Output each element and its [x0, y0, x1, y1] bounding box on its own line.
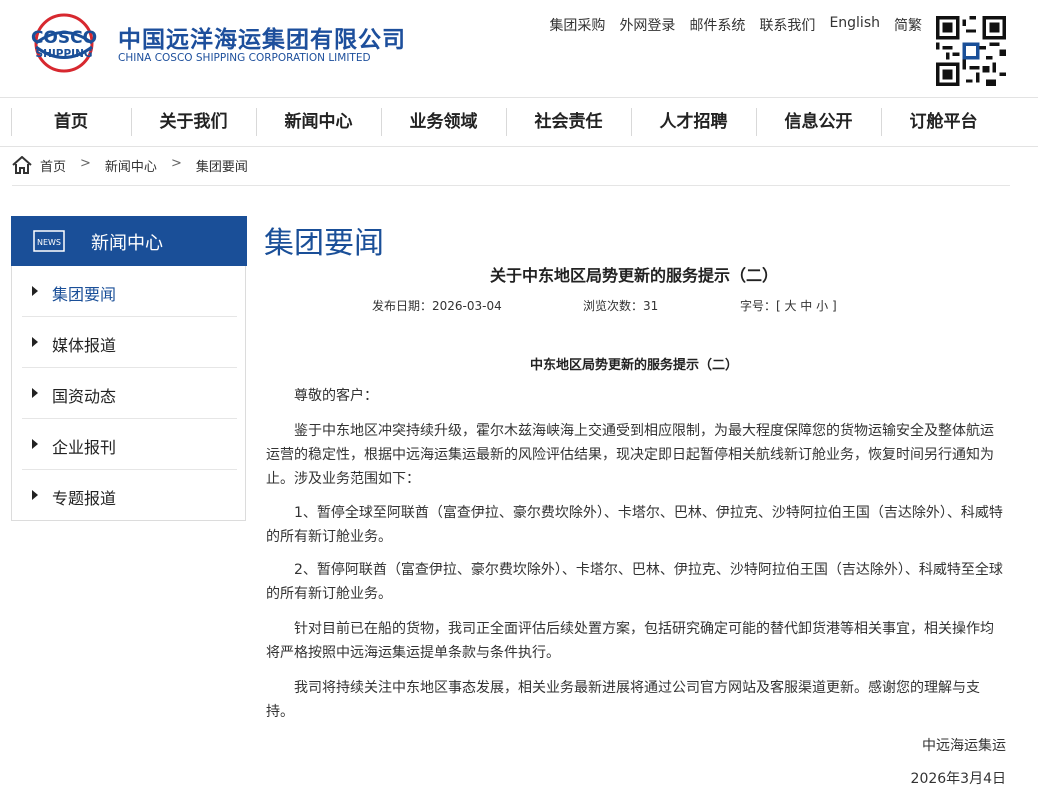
breadcrumb-home[interactable]: 首页 [40, 156, 66, 175]
font-size-switch[interactable]: 字号：[ 大 中 小 ] [740, 297, 837, 314]
sidebar-item-label: 专题报道 [52, 489, 117, 508]
article-subtitle: 中东地区局势更新的服务提示（二） [529, 358, 738, 373]
home-icon[interactable] [12, 156, 32, 174]
nav-about[interactable]: 关于我们 [131, 98, 256, 146]
nav-news[interactable]: 新闻中心 [256, 98, 381, 146]
caret-right-icon [32, 439, 38, 449]
sidebar-item-group-news[interactable]: 集团要闻 [22, 266, 237, 317]
svg-text:COSCO: COSCO [31, 28, 97, 48]
article-paragraph: 2、暂停阿联酋（富查伊拉、豪尔费坎除外）、卡塔尔、巴林、伊拉克、沙特阿拉伯王国（… [266, 562, 1003, 602]
top-link-login[interactable]: 外网登录 [619, 15, 675, 35]
nav-disclosure[interactable]: 信息公开 [756, 98, 881, 146]
sidebar-item-sasac[interactable]: 国资动态 [22, 368, 237, 419]
breadcrumb-separator: > [170, 156, 182, 171]
article-paragraph: 1、暂停全球至阿联酋（富查伊拉、豪尔费坎除外）、卡塔尔、巴林、伊拉克、沙特阿拉伯… [266, 505, 1003, 545]
top-link-traditional[interactable]: 简繁 [894, 15, 922, 35]
article-date: 2026年3月4日 [910, 771, 1006, 787]
sidebar-item-media[interactable]: 媒体报道 [22, 317, 237, 368]
view-count: 浏览次数：31 [583, 299, 659, 313]
site-header: COSCO SHIPPING 中国远洋海运集团有限公司 CHINA COSCO … [0, 0, 1038, 97]
top-link-procurement[interactable]: 集团采购 [549, 15, 605, 35]
section-title: 集团要闻 [264, 226, 384, 261]
article-paragraph: 针对目前已在船的货物，我司正全面评估后续处置方案，包括研究确定可能的替代卸货港等… [266, 621, 994, 661]
caret-right-icon [32, 388, 38, 398]
sidebar-title: 新闻中心 [91, 233, 163, 254]
article-paragraph: 尊敬的客户： [294, 388, 378, 404]
caret-right-icon [32, 286, 38, 296]
nav-csr[interactable]: 社会责任 [506, 98, 631, 146]
article-paragraph: 我司将持续关注中东地区事态发展，相关业务最新进展将通过公司官方网站及客服渠道更新… [266, 680, 980, 720]
svg-text:SHIPPING: SHIPPING [36, 48, 93, 60]
brand-name-cn: 中国远洋海运集团有限公司 [118, 27, 406, 53]
svg-text:NEWS: NEWS [37, 238, 61, 247]
top-link-english[interactable]: English [829, 15, 880, 35]
cosco-logo[interactable]: COSCO SHIPPING [18, 12, 110, 74]
qr-code-image [936, 16, 1006, 86]
nav-business[interactable]: 业务领域 [381, 98, 506, 146]
sidebar: NEWS 新闻中心 集团要闻 媒体报道 国资动态 企业报刊 专题报道 [11, 216, 247, 521]
main-nav: 首页 关于我们 新闻中心 业务领域 社会责任 人才招聘 信息公开 订舱平台 [0, 97, 1038, 147]
sidebar-item-journal[interactable]: 企业报刊 [22, 419, 237, 470]
brand-name-en: CHINA COSCO SHIPPING CORPORATION LIMITED [118, 52, 371, 64]
caret-right-icon [32, 490, 38, 500]
breadcrumb-separator: > [80, 156, 91, 171]
sidebar-item-special[interactable]: 专题报道 [22, 470, 237, 521]
sidebar-item-label: 企业报刊 [52, 438, 117, 457]
article-paragraph: 鉴于中东地区冲突持续升级，霍尔木兹海峡海上交通受到相应限制，为最大程度保障您的货… [266, 423, 994, 487]
publish-date: 发布日期：2026-03-04 [372, 299, 502, 313]
news-icon: NEWS [33, 230, 65, 252]
sidebar-item-label: 国资动态 [52, 387, 117, 406]
breadcrumb-news-center[interactable]: 新闻中心 [105, 156, 157, 175]
caret-right-icon [32, 337, 38, 347]
nav-home[interactable]: 首页 [11, 98, 131, 146]
sidebar-item-label: 媒体报道 [52, 336, 117, 355]
article-title: 关于中东地区局势更新的服务提示（二） [489, 266, 778, 285]
nav-careers[interactable]: 人才招聘 [631, 98, 756, 146]
top-link-contact[interactable]: 联系我们 [759, 15, 815, 35]
article-signature: 中远海运集运 [922, 738, 1006, 754]
breadcrumb: 首页 > 新闻中心 > 集团要闻 [12, 156, 1010, 186]
top-link-mail[interactable]: 邮件系统 [689, 15, 745, 35]
sidebar-header: NEWS 新闻中心 [11, 216, 247, 266]
nav-booking[interactable]: 订舱平台 [881, 98, 1006, 146]
top-links: 集团采购 外网登录 邮件系统 联系我们 English 简繁 [549, 15, 922, 35]
breadcrumb-group-news[interactable]: 集团要闻 [196, 156, 248, 175]
sidebar-item-label: 集团要闻 [52, 285, 117, 304]
